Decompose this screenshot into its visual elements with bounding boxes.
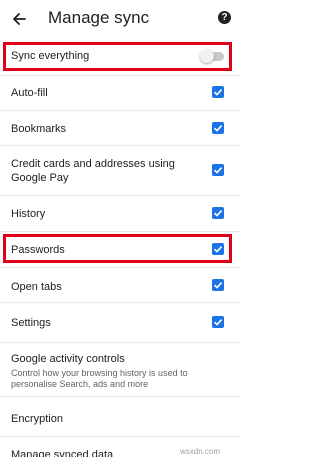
history-checkbox[interactable]: [212, 207, 224, 219]
check-icon: [213, 282, 223, 289]
watermark: wsxdn.com: [180, 447, 221, 456]
sync-item-bookmarks[interactable]: Bookmarks: [0, 111, 240, 144]
highlight-sync-everything: [3, 42, 232, 71]
sync-item-label: Credit cards and addresses using: [11, 158, 175, 170]
google-activity-controls[interactable]: Google activity controls Control how you…: [0, 343, 240, 395]
sync-item-history[interactable]: History: [0, 196, 240, 230]
sync-item-open-tabs[interactable]: Open tabs: [0, 268, 240, 301]
autofill-checkbox[interactable]: [212, 86, 224, 98]
open-tabs-checkbox[interactable]: [212, 279, 224, 291]
sync-item-credit-cards[interactable]: Credit cards and addresses using Google …: [0, 146, 240, 194]
check-icon: [213, 125, 223, 132]
manage-synced-data-label: Manage synced data: [11, 449, 114, 457]
sync-item-label: History: [11, 208, 46, 220]
check-icon: [213, 89, 223, 96]
help-icon[interactable]: ?: [218, 11, 231, 24]
highlight-passwords: [3, 234, 232, 263]
credit-cards-checkbox[interactable]: [212, 164, 224, 176]
encryption-label: Encryption: [11, 413, 63, 425]
encryption-item[interactable]: Encryption: [0, 397, 240, 435]
activity-controls-description-line2: personalise Search, ads and more: [11, 379, 149, 389]
sync-item-autofill[interactable]: Auto-fill: [0, 76, 240, 109]
settings-checkbox[interactable]: [212, 316, 224, 328]
back-button[interactable]: [9, 9, 29, 29]
sync-item-label: Auto-fill: [11, 87, 48, 99]
bookmarks-checkbox[interactable]: [212, 122, 224, 134]
check-icon: [213, 210, 223, 217]
sync-item-label: Bookmarks: [11, 123, 67, 135]
arrow-left-icon: [13, 13, 26, 25]
check-icon: [213, 167, 223, 174]
sync-item-label: Settings: [11, 317, 51, 329]
sync-item-label: Open tabs: [11, 281, 62, 293]
sync-item-label-line2: Google Pay: [11, 172, 69, 184]
app-bar: Manage sync ?: [0, 0, 240, 37]
sync-item-settings[interactable]: Settings: [0, 303, 240, 341]
activity-controls-title: Google activity controls: [11, 353, 125, 365]
page-title: Manage sync: [48, 8, 150, 27]
check-icon: [213, 319, 223, 326]
